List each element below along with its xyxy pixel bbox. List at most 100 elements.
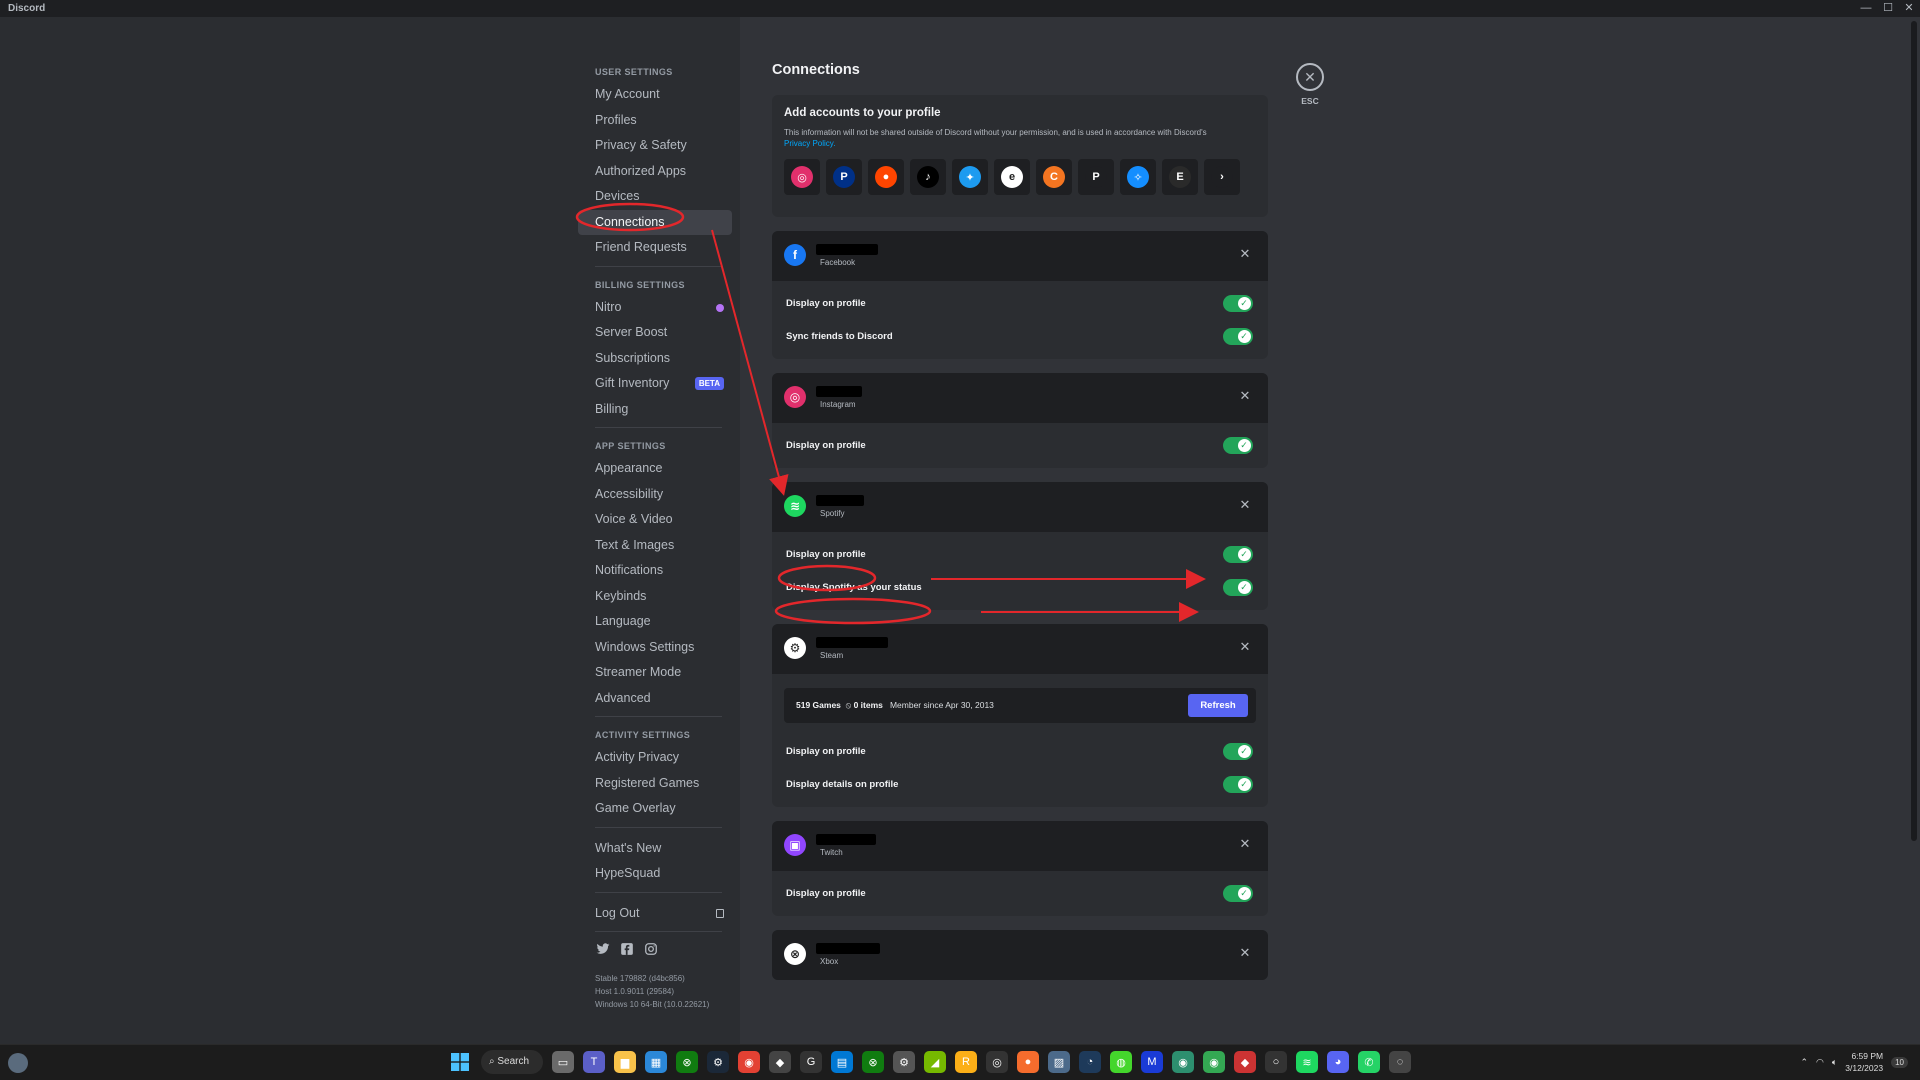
file-explorer-icon[interactable]: ▆ [614,1051,636,1073]
razer-icon[interactable]: ◍ [1110,1051,1132,1073]
sidebar-item-billing[interactable]: Billing [578,397,732,423]
toggle-switch[interactable]: ✓ [1223,579,1253,596]
volume-icon[interactable]: 🔈︎ [1832,1057,1837,1068]
add-twitter-button[interactable]: ✦ [952,159,988,195]
sidebar-item-keybinds[interactable]: Keybinds [578,584,732,610]
sidebar-item-text-and-images[interactable]: Text & Images [578,533,732,559]
disconnect-xbox-button[interactable]: ✕ [1238,946,1252,960]
sidebar-item-server-boost[interactable]: Server Boost [578,320,732,346]
origin-icon[interactable]: ● [1017,1051,1039,1073]
photos-icon[interactable]: ▨ [1048,1051,1070,1073]
cortana-icon[interactable]: ○ [1265,1051,1287,1073]
sidebar-item-streamer-mode[interactable]: Streamer Mode [578,660,732,686]
disconnect-steam-button[interactable]: ✕ [1238,640,1252,654]
teams-icon[interactable]: T [583,1051,605,1073]
sidebar-item-subscriptions[interactable]: Subscriptions [578,346,732,372]
sidebar-item-voice-and-video[interactable]: Voice & Video [578,507,732,533]
add-crunchyroll-button[interactable]: C [1036,159,1072,195]
settings-icon[interactable]: ⚙ [893,1051,915,1073]
disconnect-instagram-button[interactable]: ✕ [1238,389,1252,403]
obs-icon[interactable]: ◎ [986,1051,1008,1073]
sidebar-item-accessibility[interactable]: Accessibility [578,482,732,508]
disconnect-twitch-button[interactable]: ✕ [1238,837,1252,851]
sidebar-item-connections[interactable]: Connections [578,209,732,235]
xbox-app-icon[interactable]: ⊗ [862,1051,884,1073]
malwarebytes-icon[interactable]: M [1141,1051,1163,1073]
sidebar-item-whats-new[interactable]: What's New [578,836,732,862]
toggle-switch[interactable]: ✓ [1223,776,1253,793]
app-icon[interactable]: ◉ [1172,1051,1194,1073]
sidebar-item-windows-settings[interactable]: Windows Settings [578,635,732,661]
add-instagram-button[interactable]: ◎ [784,159,820,195]
sidebar-item-game-overlay[interactable]: Game Overlay [578,796,732,822]
sidebar-item-profiles[interactable]: Profiles [578,108,732,134]
chrome-icon[interactable]: ◉ [738,1051,760,1073]
app-icon[interactable]: ◆ [1234,1051,1256,1073]
chrome-icon[interactable]: ◉ [1203,1051,1225,1073]
privacy-policy-link[interactable]: Privacy Policy. [784,139,835,148]
sidebar-item-hypesquad[interactable]: HypeSquad [578,861,732,887]
scrollbar[interactable] [1911,21,1917,841]
sidebar-item-notifications[interactable]: Notifications [578,558,732,584]
add-epic-games-button[interactable]: E [1162,159,1198,195]
store-icon[interactable]: ▦ [645,1051,667,1073]
sidebar-item-friend-requests[interactable]: Friend Requests [578,235,732,261]
minimize-button[interactable]: — [1856,1,1876,15]
remote-desktop-icon[interactable]: ▤ [831,1051,853,1073]
facebook-icon[interactable] [620,942,634,956]
wifi-icon[interactable]: ◠ [1816,1057,1824,1068]
sidebar-item-authorized-apps[interactable]: Authorized Apps [578,159,732,185]
nvidia-icon[interactable]: ◢ [924,1051,946,1073]
add-reddit-button[interactable]: ● [868,159,904,195]
sidebar-item-language[interactable]: Language [578,609,732,635]
twitter-icon[interactable] [596,942,610,956]
add-paypal-button[interactable]: P [826,159,862,195]
close-window-button[interactable]: ✕ [1899,1,1919,15]
discord-icon[interactable]: ◕ [1327,1051,1349,1073]
maximize-button[interactable]: ☐ [1878,1,1898,15]
sidebar-item-privacy-and-safety[interactable]: Privacy & Safety [578,133,732,159]
disconnect-facebook-button[interactable]: ✕ [1238,247,1252,261]
add-ebay-button[interactable]: e [994,159,1030,195]
chevron-up-icon[interactable]: ⌃ [1800,1057,1808,1068]
steam-icon[interactable]: ⚙ [707,1051,729,1073]
toggle-switch[interactable]: ✓ [1223,295,1253,312]
toggle-switch[interactable]: ✓ [1223,743,1253,760]
taskbar-search[interactable]: ⌕ Search [481,1050,543,1074]
app-icon[interactable]: ◌ [1389,1051,1411,1073]
app-icon[interactable]: ◔ [1079,1051,1101,1073]
app-icon[interactable]: G [800,1051,822,1073]
toggle-switch[interactable]: ✓ [1223,437,1253,454]
sidebar-item-activity-privacy[interactable]: Activity Privacy [578,745,732,771]
app-icon[interactable]: ◆ [769,1051,791,1073]
sidebar-item-advanced[interactable]: Advanced [578,686,732,712]
toggle-switch[interactable]: ✓ [1223,885,1253,902]
whatsapp-icon[interactable]: ✆ [1358,1051,1380,1073]
add-chevron-right-button[interactable]: › [1204,159,1240,195]
windows-start-icon[interactable] [448,1050,472,1074]
toggle-switch[interactable]: ✓ [1223,328,1253,345]
weather-icon[interactable] [8,1053,28,1073]
instagram-icon[interactable] [644,942,658,956]
close-settings[interactable]: ✕ ESC [1295,63,1325,106]
spotify-icon[interactable]: ≋ [1296,1051,1318,1073]
add-tiktok-button[interactable]: ♪ [910,159,946,195]
add-battlenet-button[interactable]: ✧ [1120,159,1156,195]
sidebar-item-devices[interactable]: Devices [578,184,732,210]
toggle-switch[interactable]: ✓ [1223,546,1253,563]
xbox-icon[interactable]: ⊗ [676,1051,698,1073]
sidebar-item-my-account[interactable]: My Account [578,82,732,108]
close-icon[interactable]: ✕ [1296,63,1324,91]
refresh-button[interactable]: Refresh [1188,694,1248,717]
disconnect-spotify-button[interactable]: ✕ [1238,498,1252,512]
sidebar-item-nitro[interactable]: Nitro [578,295,732,321]
notification-badge[interactable]: 10 [1891,1056,1908,1068]
task-view-icon[interactable]: ▭ [552,1051,574,1073]
clock[interactable]: 6:59 PM 3/12/2023 [1845,1050,1883,1074]
add-playstation-button[interactable]: P [1078,159,1114,195]
sidebar-item-appearance[interactable]: Appearance [578,456,732,482]
sidebar-item-log-out[interactable]: Log Out [578,901,732,927]
sidebar-item-registered-games[interactable]: Registered Games [578,771,732,797]
sidebar-item-gift-inventory[interactable]: Gift Inventory BETA [578,371,732,397]
rockstar-icon[interactable]: R [955,1051,977,1073]
